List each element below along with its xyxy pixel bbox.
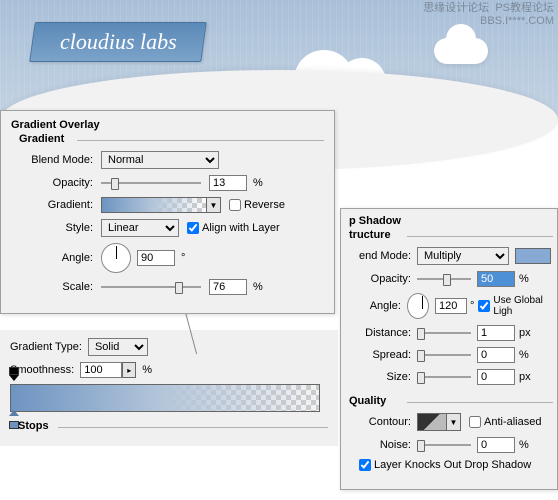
contour-dropdown-icon[interactable]: ▼ — [447, 413, 461, 431]
shadow-color-swatch[interactable] — [515, 248, 551, 264]
logo-text: cloudius labs — [60, 29, 177, 55]
unit: % — [253, 177, 263, 189]
size-input[interactable] — [477, 369, 515, 385]
gradient-bar[interactable] — [10, 384, 320, 412]
size-label: Size: — [349, 371, 411, 383]
angle-dial[interactable] — [407, 293, 429, 319]
panel-title: Gradient Overlay — [11, 119, 324, 131]
gradient-type-label: Gradient Type: — [10, 341, 82, 353]
noise-input[interactable] — [477, 437, 515, 453]
opacity-slider[interactable] — [101, 176, 201, 190]
antialiased-label: Anti-aliased — [484, 416, 541, 428]
cloud-decoration — [434, 38, 488, 64]
unit: ° — [470, 300, 474, 312]
blend-mode-select[interactable]: Normal — [101, 151, 219, 169]
spread-input[interactable] — [477, 347, 515, 363]
blend-mode-select[interactable]: Multiply — [417, 247, 509, 265]
contour-label: Contour: — [349, 416, 411, 428]
unit: % — [519, 439, 529, 451]
opacity-slider[interactable] — [417, 272, 471, 286]
spread-slider[interactable] — [417, 348, 471, 362]
angle-input[interactable] — [435, 298, 467, 314]
global-light-label: Use Global Ligh — [493, 295, 553, 317]
gradient-type-select[interactable]: Solid — [88, 338, 148, 356]
angle-dial[interactable] — [101, 243, 131, 273]
unit: % — [519, 349, 529, 361]
smoothness-label: Smoothness: — [10, 364, 74, 376]
unit: px — [519, 371, 531, 383]
distance-slider[interactable] — [417, 326, 471, 340]
angle-label: Angle: — [25, 252, 93, 264]
quality-subtitle: Quality — [349, 395, 553, 407]
align-label: Align with Layer — [202, 222, 280, 234]
drop-shadow-panel: p Shadow tructure end Mode: Multiply Opa… — [340, 208, 558, 490]
size-slider[interactable] — [417, 370, 471, 384]
unit: % — [519, 273, 529, 285]
gradient-editor-panel: Gradient Type: Solid Smoothness: ▸ % Sto… — [0, 330, 338, 446]
unit: % — [142, 364, 152, 376]
panel-title: p Shadow — [349, 215, 553, 227]
contour-swatch[interactable] — [417, 413, 447, 431]
antialiased-checkbox[interactable] — [469, 416, 481, 428]
align-checkbox[interactable] — [187, 222, 199, 234]
panel-subtitle: Gradient — [19, 133, 324, 145]
blend-mode-label: Blend Mode: — [25, 154, 93, 166]
unit: % — [253, 281, 263, 293]
opacity-label: Opacity: — [25, 177, 93, 189]
opacity-input[interactable] — [477, 271, 515, 287]
reverse-label: Reverse — [244, 199, 285, 211]
opacity-label: Opacity: — [349, 273, 411, 285]
noise-label: Noise: — [349, 439, 411, 451]
gradient-dropdown-icon[interactable]: ▼ — [207, 197, 221, 213]
style-label: Style: — [25, 222, 93, 234]
style-select[interactable]: Linear — [101, 219, 179, 237]
opacity-input[interactable] — [209, 175, 247, 191]
spread-label: Spread: — [349, 349, 411, 361]
logo-sign: cloudius labs — [29, 22, 207, 62]
watermark: 思缘设计论坛 PS教程论坛BBS.I****.COM — [423, 2, 554, 28]
smoothness-input[interactable] — [80, 362, 122, 378]
knockout-label: Layer Knocks Out Drop Shadow — [374, 459, 531, 471]
gradient-overlay-panel: Gradient Overlay Gradient Blend Mode: No… — [0, 110, 335, 314]
noise-slider[interactable] — [417, 438, 471, 452]
smoothness-dropdown-icon[interactable]: ▸ — [122, 362, 136, 378]
distance-input[interactable] — [477, 325, 515, 341]
angle-label: Angle: — [349, 300, 401, 312]
opacity-stop-icon[interactable] — [9, 375, 19, 385]
gradient-swatch[interactable] — [101, 197, 207, 213]
unit: px — [519, 327, 531, 339]
unit: ° — [181, 252, 185, 264]
distance-label: Distance: — [349, 327, 411, 339]
panel-subtitle: tructure — [349, 229, 553, 241]
blend-mode-label: end Mode: — [349, 250, 411, 262]
scale-input[interactable] — [209, 279, 247, 295]
scale-label: Scale: — [25, 281, 93, 293]
global-light-checkbox[interactable] — [478, 300, 490, 312]
knockout-checkbox[interactable] — [359, 459, 371, 471]
reverse-checkbox[interactable] — [229, 199, 241, 211]
stops-subtitle: Stops — [18, 420, 328, 432]
scale-slider[interactable] — [101, 280, 201, 294]
gradient-label: Gradient: — [25, 199, 93, 211]
angle-input[interactable] — [137, 250, 175, 266]
